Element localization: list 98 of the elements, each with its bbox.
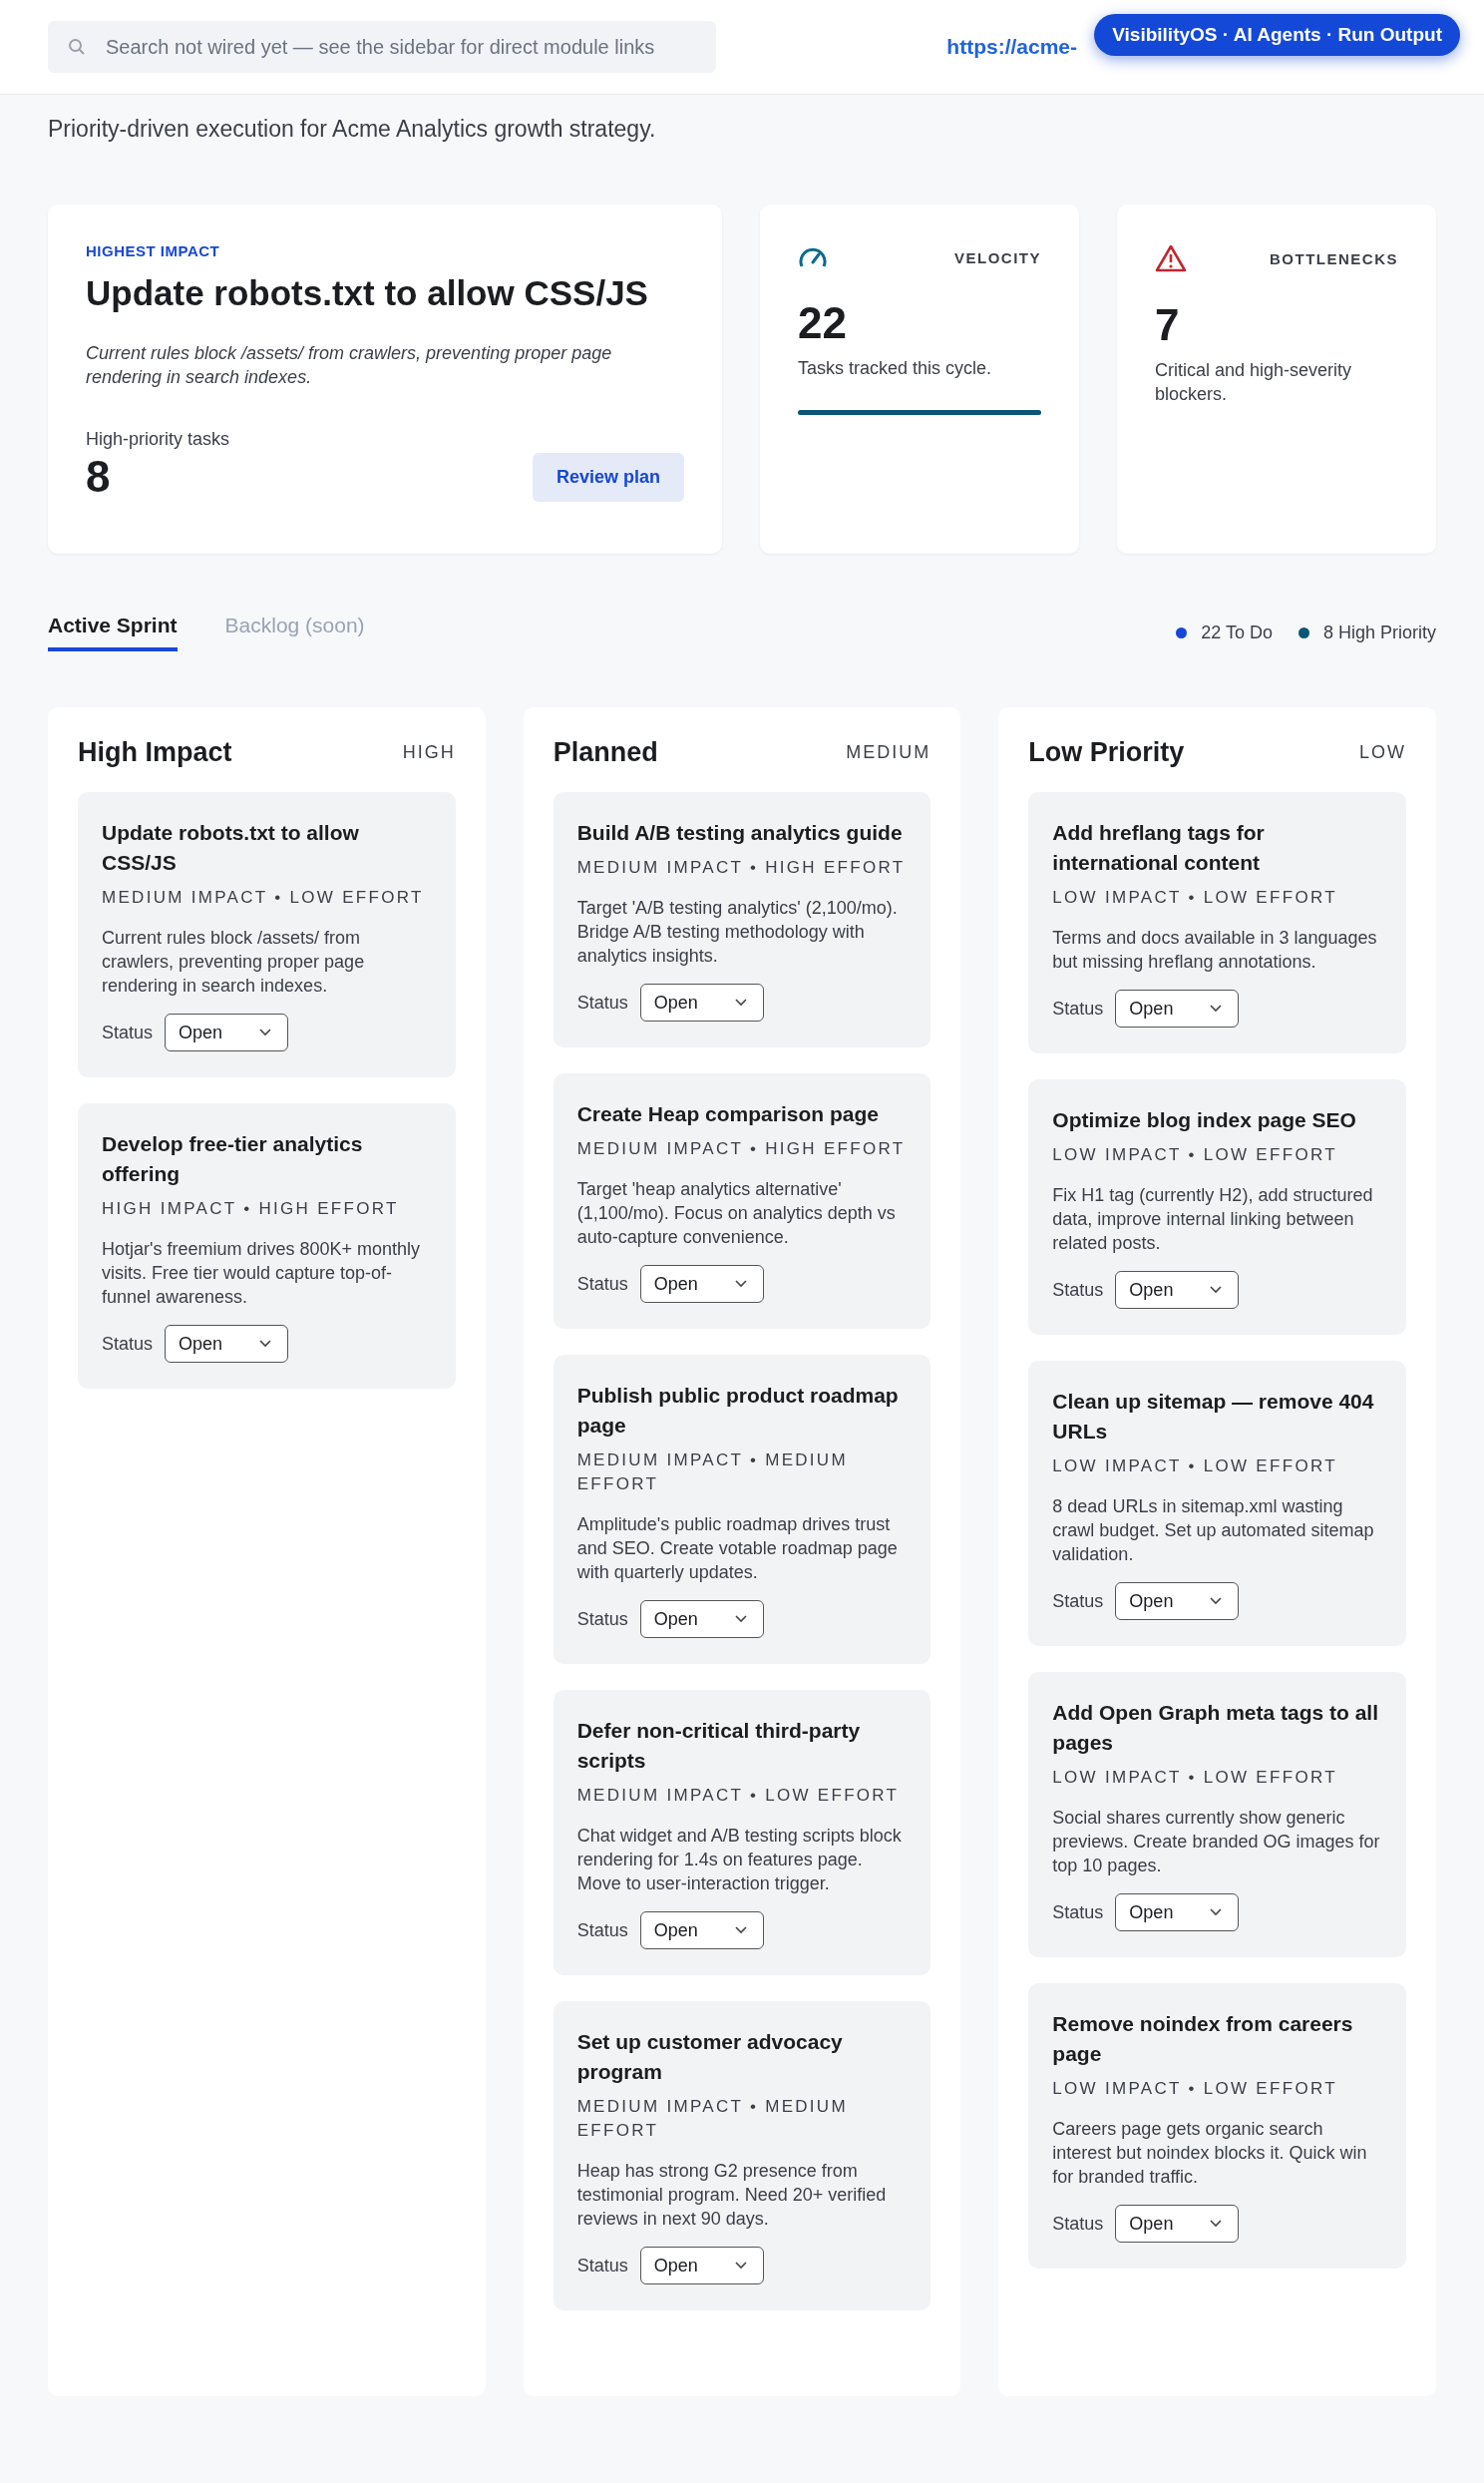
chevron-icon — [734, 1926, 747, 1934]
status-label: Status — [1052, 2213, 1104, 2235]
chevron-icon — [1210, 1005, 1223, 1013]
task-meta: MEDIUM IMPACT • MEDIUM EFFORT — [576, 1449, 849, 1495]
metric-caption: Tasks tracked this cycle. — [798, 357, 993, 380]
review-plan-button[interactable]: Review plan — [532, 453, 684, 502]
chevron-icon — [259, 1029, 272, 1036]
status-dropdown[interactable]: Open — [639, 984, 764, 1022]
task-meta: LOW IMPACT • LOW EFFORT — [1052, 1767, 1338, 1789]
chevron-icon — [1210, 1597, 1223, 1605]
task-description: Target 'A/B testing analytics' (2,100/mo). Bridge A/B testing methodology with analytics insights. — [576, 897, 899, 968]
task-meta: LOW IMPACT • LOW EFFORT — [1052, 1455, 1338, 1477]
site-link[interactable]: https://acme- — [946, 35, 1077, 59]
task-meta: MEDIUM IMPACT • MEDIUM EFFORT — [576, 2096, 849, 2142]
task-description: Heap has strong G2 presence from testimonial program. Need 20+ verified reviews in next 90 days. — [576, 2160, 888, 2231]
chevron-icon — [734, 999, 747, 1007]
task-meta: LOW IMPACT • LOW EFFORT — [1052, 1144, 1338, 1166]
chevron-icon — [734, 1615, 747, 1623]
task-title: Defer non-critical third-party scripts — [576, 1718, 862, 1774]
status-label: Status — [1052, 1590, 1104, 1612]
status-label: Status — [576, 1919, 628, 1941]
task-description: Current rules block /assets/ from crawlers, preventing proper page rendering in search indexes. — [102, 927, 366, 998]
task-description: Hotjar's freemium drives 800K+ monthly visits. Free tier would capture top-of-funnel awareness. — [102, 1238, 422, 1309]
task-title: Develop free-tier analytics offering — [102, 1131, 364, 1187]
search-field[interactable]: Search not wired yet — see the sidebar for direct module links — [48, 21, 716, 73]
status-dropdown[interactable]: Open — [639, 1600, 764, 1638]
status-label: Status — [1052, 1901, 1104, 1923]
status-dropdown[interactable]: Open — [1115, 1271, 1240, 1309]
task-description: Chat widget and A/B testing scripts block rendering for 1.4s on features page. Move to user-interaction trigger. — [576, 1825, 903, 1895]
page-subtitle: Priority-driven execution for Acme Analytics growth strategy. — [48, 116, 657, 143]
task-description: 8 dead URLs in sitemap.xml wasting crawl budget. Set up automated sitemap validation. — [1052, 1495, 1375, 1566]
priority-tag: HIGH — [402, 742, 456, 763]
column-title: Planned — [553, 737, 658, 768]
task-meta: MEDIUM IMPACT • HIGH EFFORT — [576, 1138, 907, 1160]
task-title: Optimize blog index page SEO — [1052, 1107, 1357, 1133]
status-dropdown[interactable]: Open — [1115, 990, 1240, 1028]
task-meta: HIGH IMPACT • HIGH EFFORT — [102, 1198, 400, 1220]
task-title: Remove noindex from careers page — [1052, 2011, 1354, 2067]
task-meta: MEDIUM IMPACT • LOW EFFORT — [102, 887, 425, 909]
task-title: Clean up sitemap — remove 404 URLs — [1052, 1389, 1375, 1445]
task-title: Add hreflang tags for international content — [1052, 820, 1266, 876]
summary-count: 22 To Do — [1201, 621, 1273, 643]
metric-caption: Critical and high-severity blockers. — [1155, 359, 1353, 406]
metric-value: 7 — [1155, 300, 1181, 350]
task-title: Build A/B testing analytics guide — [576, 820, 904, 846]
task-description: Terms and docs available in 3 languages but missing hreflang annotations. — [1052, 927, 1378, 974]
status-label: Status — [576, 992, 628, 1014]
task-description: Careers page gets organic search interest but noindex blocks it. Quick win for branded traffic. — [1052, 2118, 1368, 2189]
status-dropdown[interactable]: Open — [1115, 1893, 1240, 1931]
task-description: Fix H1 tag (currently H2), add structured data, improve internal linking between related posts. — [1052, 1184, 1374, 1255]
task-meta: MEDIUM IMPACT • HIGH EFFORT — [576, 857, 907, 879]
priority-tag: LOW — [1358, 742, 1406, 763]
task-meta: MEDIUM IMPACT • LOW EFFORT — [576, 1785, 901, 1807]
count-value: 8 — [86, 452, 112, 502]
task-description: Social shares currently show generic previews. Create branded OG images for top 10 pages. — [1052, 1807, 1381, 1877]
status-dropdown[interactable]: Open — [639, 1265, 764, 1303]
status-label: Status — [1052, 1279, 1104, 1301]
task-description: Target 'heap analytics alternative' (1,100/mo). Focus on analytics depth vs auto-capture convenience. — [576, 1178, 897, 1249]
status-label: Status — [576, 2255, 628, 2276]
column-title: Low Priority — [1028, 737, 1185, 768]
highlight-title: Update robots.txt to allow CSS/JS — [86, 273, 649, 313]
task-meta: LOW IMPACT • LOW EFFORT — [1052, 887, 1338, 909]
status-dropdown[interactable]: Open — [165, 1325, 289, 1363]
chevron-icon — [1210, 2220, 1223, 2228]
chevron-icon — [734, 1280, 747, 1288]
metric-label: VELOCITY — [954, 248, 1041, 266]
status-dropdown[interactable]: Open — [1115, 1582, 1240, 1620]
status-label: Status — [576, 1608, 628, 1630]
task-description: Amplitude's public roadmap drives trust and SEO. Create votable roadmap page with quarterly updates. — [576, 1513, 899, 1584]
chevron-icon — [1210, 1908, 1223, 1916]
summary-count: 8 High Priority — [1322, 621, 1436, 643]
count-label: High-priority tasks — [86, 429, 230, 450]
highlight-description: Current rules block /assets/ from crawlers, preventing proper page rendering in search indexes. — [86, 342, 613, 389]
task-title: Create Heap comparison page — [576, 1101, 880, 1127]
task-title: Add Open Graph meta tags to all pages — [1052, 1700, 1380, 1756]
task-title: Set up customer advocacy program — [576, 2029, 844, 2085]
card-eyebrow: HIGHEST IMPACT — [86, 242, 221, 259]
task-meta: LOW IMPACT • LOW EFFORT — [1052, 2078, 1338, 2100]
chevron-icon — [259, 1340, 272, 1348]
task-title: Update robots.txt to allow CSS/JS — [102, 820, 360, 876]
metric-value: 22 — [798, 298, 848, 348]
chevron-icon — [734, 2262, 747, 2270]
column-title: High Impact — [78, 737, 232, 768]
status-label: Status — [102, 1333, 154, 1355]
tab[interactable]: Active Sprint — [48, 614, 178, 651]
priority-tag: MEDIUM — [846, 742, 931, 763]
status-dropdown[interactable]: Open — [639, 1911, 764, 1949]
status-label: Status — [102, 1022, 154, 1043]
chevron-icon — [1210, 1286, 1223, 1294]
task-title: Publish public product roadmap page — [576, 1383, 900, 1439]
status-dropdown[interactable]: Open — [1115, 2205, 1240, 2243]
status-dropdown[interactable]: Open — [639, 2247, 764, 2284]
metric-label: BOTTLENECKS — [1270, 249, 1398, 267]
status-dropdown[interactable]: Open — [165, 1014, 289, 1051]
status-label: Status — [1052, 998, 1104, 1020]
run-output-badge[interactable]: VisibilityOS · AI Agents · Run Output — [1094, 14, 1460, 56]
status-label: Status — [576, 1273, 628, 1295]
warning-icon — [1155, 244, 1187, 272]
